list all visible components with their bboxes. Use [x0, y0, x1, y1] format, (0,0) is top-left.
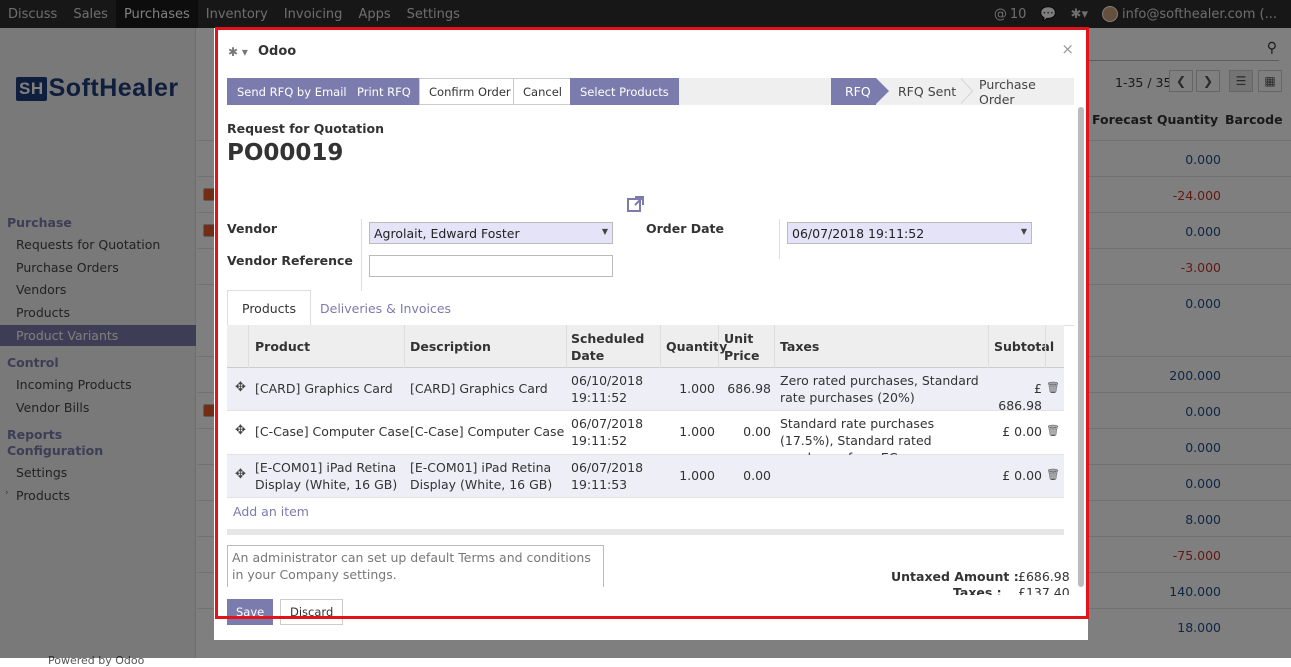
save-button[interactable]: Save: [227, 599, 274, 625]
table-header: Product Description Scheduled Date Quant…: [227, 325, 1064, 368]
tab-products[interactable]: Products: [227, 290, 311, 326]
tab-deliveries-invoices[interactable]: Deliveries & Invoices: [306, 290, 465, 326]
send-rfq-button[interactable]: Send RFQ by Email: [227, 78, 357, 105]
line-subtotal: £ 686.98: [998, 381, 1042, 413]
column-separator: [1045, 325, 1046, 368]
trash-icon[interactable]: 🗑: [1046, 424, 1060, 437]
line-description[interactable]: [C-Case] Computer Case: [410, 423, 564, 440]
line-unit-price[interactable]: 0.00: [724, 467, 771, 484]
stage-purchase-order[interactable]: Purchase Order: [979, 77, 1074, 107]
drag-handle-icon[interactable]: ✥: [235, 467, 246, 482]
line-scheduled-date[interactable]: 06/10/2018 19:11:52: [571, 372, 651, 406]
column-separator: [248, 325, 249, 368]
confirm-order-button[interactable]: Confirm Order: [419, 78, 521, 105]
form-sheet: Request for Quotation PO00019 Vendor Ven…: [227, 105, 1074, 595]
stage-rfq[interactable]: RFQ: [831, 78, 889, 105]
column-scheduled-date[interactable]: Scheduled Date: [571, 330, 644, 364]
vendor-select[interactable]: Agrolait, Edward Foster ▼: [369, 222, 613, 244]
discard-button[interactable]: Discard: [280, 599, 344, 625]
column-separator: [718, 325, 719, 368]
print-rfq-button[interactable]: Print RFQ: [347, 78, 421, 105]
column-separator: [404, 325, 405, 368]
notebook-tabs: Products Deliveries & Invoices: [227, 290, 1074, 326]
untaxed-amount-value: £686.98: [1018, 569, 1070, 584]
vendor-reference-input[interactable]: [369, 255, 613, 277]
column-separator: [988, 325, 989, 368]
caret-down-icon: ▼: [1020, 227, 1027, 236]
drag-handle-icon[interactable]: ✥: [235, 423, 246, 438]
caret-down-icon: ▼: [601, 227, 608, 236]
debug-icon[interactable]: ✱ ▾: [228, 45, 248, 59]
order-date-picker[interactable]: 06/07/2018 19:11:52 ▼: [787, 222, 1032, 244]
line-product[interactable]: [CARD] Graphics Card: [255, 380, 393, 397]
order-line-row[interactable]: ✥ [E-COM01] iPad Retina Display (White, …: [227, 455, 1064, 498]
external-link-icon[interactable]: [627, 195, 645, 216]
column-separator: [774, 325, 775, 368]
line-product[interactable]: [C-Case] Computer Case: [255, 423, 409, 440]
line-scheduled-date[interactable]: 06/07/2018 19:11:53: [571, 459, 651, 493]
terms-and-conditions-field[interactable]: An administrator can set up default Term…: [227, 545, 604, 587]
field-divider: [361, 219, 362, 291]
column-separator: [660, 325, 661, 368]
trash-icon[interactable]: 🗑: [1046, 468, 1060, 481]
add-item-link[interactable]: Add an item: [233, 504, 309, 519]
order-line-row[interactable]: ✥ [CARD] Graphics Card [CARD] Graphics C…: [227, 368, 1064, 413]
dialog-header: ✱ ▾ Odoo ×: [214, 28, 1088, 74]
line-description[interactable]: [CARD] Graphics Card: [410, 380, 548, 397]
line-description[interactable]: [E-COM01] iPad Retina Display (White, 16…: [410, 459, 560, 493]
document-number: PO00019: [227, 140, 344, 166]
column-taxes[interactable]: Taxes: [780, 338, 819, 355]
cancel-button[interactable]: Cancel: [513, 78, 572, 105]
line-scheduled-date[interactable]: 06/07/2018 19:11:52: [571, 415, 651, 449]
rfq-dialog: ✱ ▾ Odoo × Send RFQ by Email Print RFQ C…: [214, 28, 1088, 640]
document-label: Request for Quotation: [227, 121, 385, 136]
column-product[interactable]: Product: [255, 338, 310, 355]
trash-icon[interactable]: 🗑: [1046, 381, 1060, 394]
vendor-label: Vendor: [227, 221, 278, 236]
status-bar: Send RFQ by Email Print RFQ Confirm Orde…: [227, 77, 1074, 107]
dialog-scrollbar[interactable]: [1078, 107, 1084, 587]
order-line-row[interactable]: ✥ [C-Case] Computer Case [C-Case] Comput…: [227, 411, 1064, 465]
column-separator: [566, 325, 567, 368]
line-subtotal: £ 0.00: [1002, 424, 1042, 439]
vendor-reference-label: Vendor Reference: [227, 253, 353, 268]
stage-rfq-sent[interactable]: RFQ Sent: [898, 78, 956, 105]
field-divider: [779, 219, 780, 259]
dialog-title: Odoo: [258, 44, 297, 59]
stage-separator: [960, 78, 973, 105]
line-unit-price[interactable]: 686.98: [724, 380, 771, 397]
line-quantity[interactable]: 1.000: [666, 467, 715, 484]
line-subtotal: £ 0.00: [1002, 468, 1042, 483]
line-unit-price[interactable]: 0.00: [724, 423, 771, 440]
column-unit-price[interactable]: Unit Price: [724, 330, 764, 364]
order-date-label: Order Date: [646, 221, 724, 236]
dialog-footer: Save Discard: [214, 588, 1088, 640]
line-taxes[interactable]: Zero rated purchases, Standard rate purc…: [780, 372, 985, 406]
select-products-button[interactable]: Select Products: [570, 78, 679, 105]
drag-handle-icon[interactable]: ✥: [235, 380, 246, 395]
line-quantity[interactable]: 1.000: [666, 423, 715, 440]
table-footer: [227, 529, 1064, 535]
column-description[interactable]: Description: [410, 338, 491, 355]
line-product[interactable]: [E-COM01] iPad Retina Display (White, 16…: [255, 459, 405, 493]
close-icon[interactable]: ×: [1061, 40, 1074, 58]
untaxed-amount-label: Untaxed Amount :: [891, 569, 1019, 584]
line-quantity[interactable]: 1.000: [666, 380, 715, 397]
